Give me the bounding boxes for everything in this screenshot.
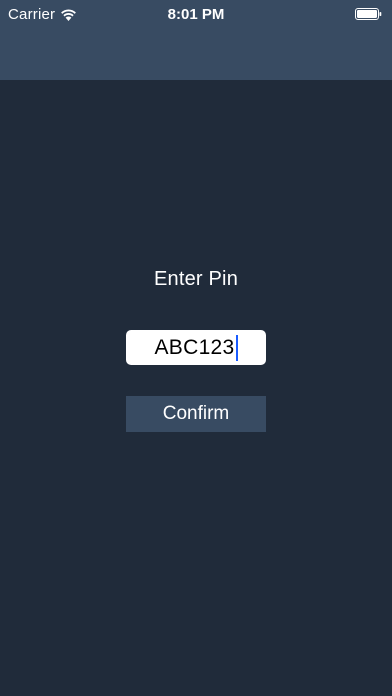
status-time: 8:01 PM: [167, 6, 225, 23]
enter-pin-label: Enter Pin: [153, 268, 239, 290]
pin-input-value: ABC123: [154, 335, 235, 359]
pin-input[interactable]: ABC123: [126, 330, 266, 365]
text-caret: [235, 334, 238, 361]
confirm-button[interactable]: Confirm: [126, 396, 266, 432]
navigation-bar: Carrier 8:01 PM: [0, 0, 392, 80]
battery-icon: [355, 7, 382, 20]
pin-entry-screen: Enter Pin ABC123 Confirm: [0, 80, 392, 696]
status-bar: Carrier 8:01 PM: [0, 0, 392, 28]
